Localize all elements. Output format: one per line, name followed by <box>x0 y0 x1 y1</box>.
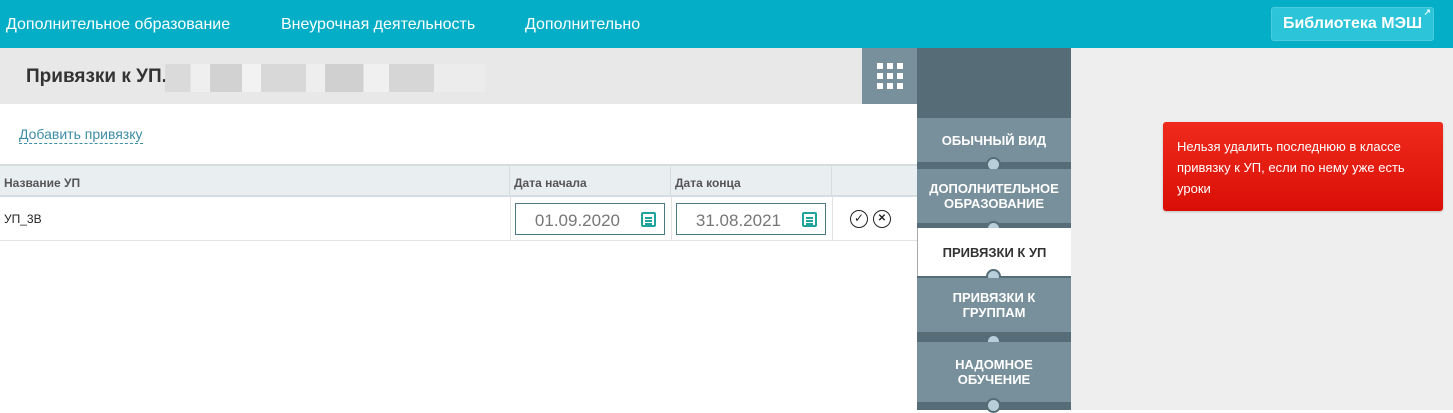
confirm-icon[interactable]: ✓ <box>850 210 868 228</box>
start-date-input[interactable]: 01.09.2020 <box>515 203 665 235</box>
page-title: Привязки к УП. <box>26 66 167 87</box>
nav-additional-education[interactable]: Дополнительное образование <box>6 0 230 48</box>
grid-menu-button[interactable] <box>862 48 917 104</box>
sidebar-connector-dot <box>986 398 1001 413</box>
cancel-icon[interactable]: ✕ <box>873 210 891 228</box>
main-content: Привязки к УП. Добавить привязку Названи… <box>0 48 917 410</box>
end-date-input[interactable]: 31.08.2021 <box>676 203 826 235</box>
start-date-value: 01.09.2020 <box>534 211 620 230</box>
sidebar-item-home-schooling[interactable]: НАДОМНОЕ ОБУЧЕНИЕ <box>917 342 1071 402</box>
end-date-value: 31.08.2021 <box>695 211 781 230</box>
header-plan-name: Название УП <box>0 166 510 197</box>
sidebar-item-additional-education[interactable]: ДОПОЛНИТЕЛЬНОЕ ОБРАЗОВАНИЕ <box>917 169 1071 223</box>
library-button[interactable]: Библиотека МЭШ ↗ <box>1271 7 1434 41</box>
calendar-icon[interactable] <box>641 212 656 227</box>
sidebar-item-group-bindings[interactable]: ПРИВЯЗКИ К ГРУППАМ <box>917 278 1071 332</box>
table-header: Название УП Дата начала Дата конца <box>0 164 917 197</box>
calendar-icon[interactable] <box>802 212 817 227</box>
redacted-class-name <box>165 64 485 92</box>
nav-extracurricular[interactable]: Внеурочная деятельность <box>281 0 475 48</box>
table-row: УП_3В 01.09.2020 31.08.2021 ✓ ✕ <box>0 197 917 241</box>
column-divider <box>510 197 511 241</box>
add-binding-link[interactable]: Добавить привязку <box>19 125 143 144</box>
error-alert: Нельзя удалить последнюю в классе привяз… <box>1163 122 1443 211</box>
plan-name-cell: УП_3В <box>4 212 42 226</box>
column-divider <box>671 197 672 241</box>
column-divider <box>832 197 833 241</box>
nav-additional[interactable]: Дополнительно <box>525 0 640 48</box>
library-button-label: Библиотека МЭШ <box>1282 15 1423 32</box>
header-end-date: Дата конца <box>671 166 832 197</box>
top-navigation-bar: Дополнительное образование Внеурочная де… <box>0 0 1453 48</box>
sidebar-item-normal-view[interactable]: ОБЫЧНЫЙ ВИД <box>917 118 1071 162</box>
grid-icon <box>877 63 903 89</box>
header-start-date: Дата начала <box>510 166 671 197</box>
view-sidebar: ОБЫЧНЫЙ ВИД ДОПОЛНИТЕЛЬНОЕ ОБРАЗОВАНИЕ П… <box>917 48 1071 413</box>
external-link-icon: ↗ <box>1423 7 1431 17</box>
page-header: Привязки к УП. <box>0 48 917 104</box>
right-area <box>1071 48 1453 410</box>
